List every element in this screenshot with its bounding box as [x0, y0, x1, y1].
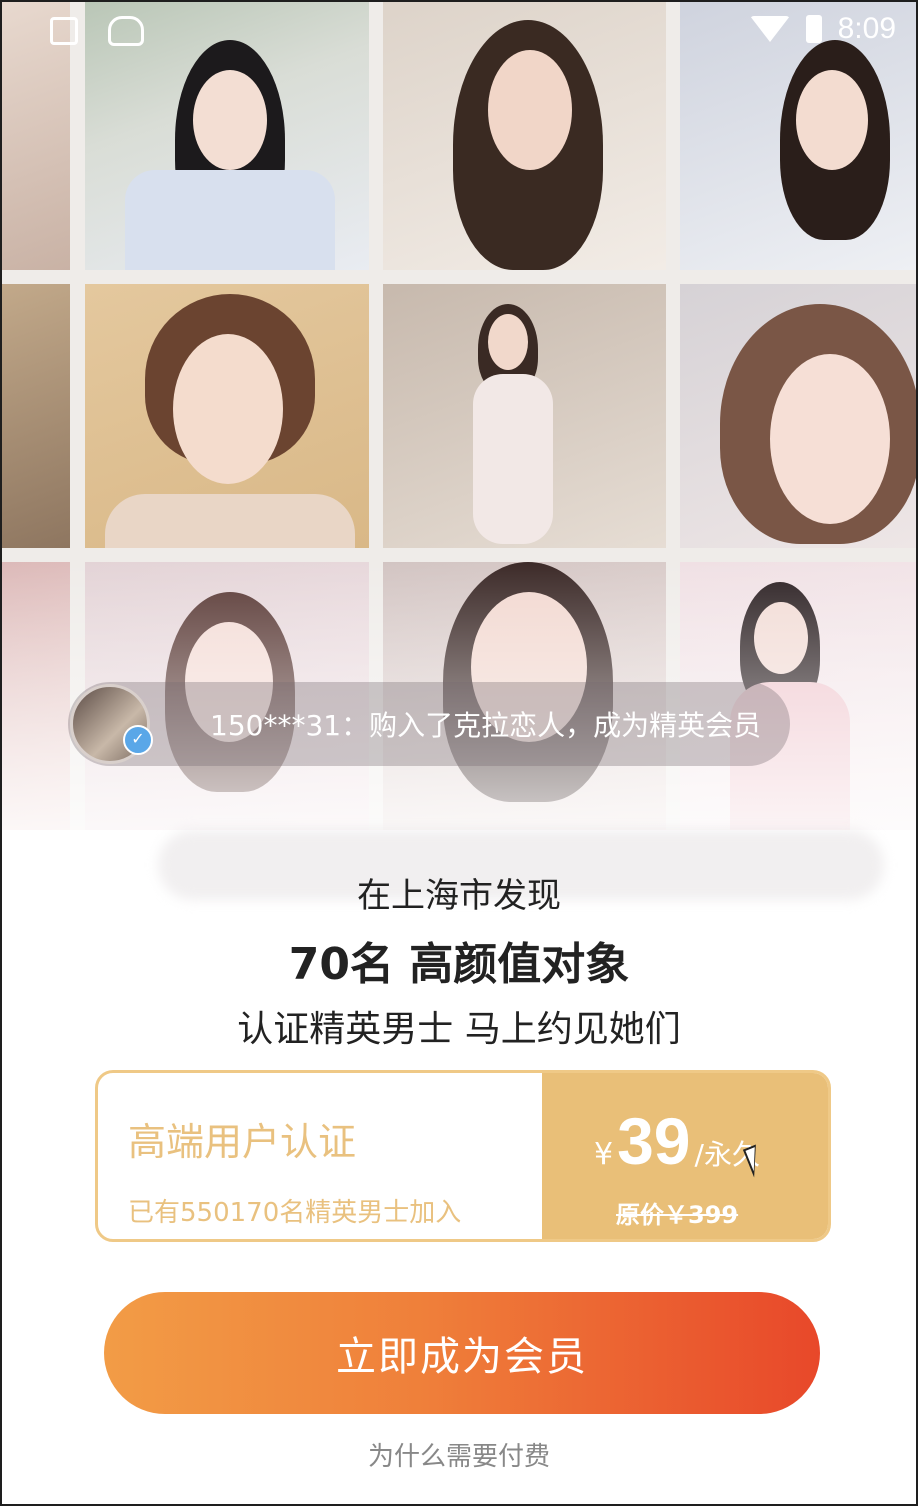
original-price: 原价￥399 — [616, 1201, 739, 1229]
why-pay-link[interactable]: 为什么需要付费 — [0, 1436, 918, 1473]
wifi-icon — [749, 16, 790, 42]
profile-photo[interactable] — [383, 284, 666, 548]
purchase-toast: ✓ 150***31：购入了克拉恋人，成为精英会员 — [68, 682, 790, 766]
profile-photo[interactable] — [85, 284, 369, 548]
price-panel: ¥ 39 /永久 原价￥399 — [542, 1073, 828, 1239]
sim-icon — [50, 17, 78, 45]
location-heading: 在上海市发现 — [357, 876, 561, 916]
become-member-button[interactable]: 立即成为会员 — [104, 1292, 820, 1414]
avatar: ✓ — [70, 684, 153, 764]
status-bar: 8:09 — [0, 0, 918, 60]
subheading: 认证精英男士 马上约见她们 — [237, 1009, 681, 1050]
price-amount: 39 — [617, 1104, 691, 1178]
profile-photo[interactable] — [0, 284, 70, 548]
battery-icon — [805, 15, 822, 43]
match-count-heading: 70名 高颜值对象 — [288, 939, 630, 990]
offer-subtitle: 已有550170名精英男士加入 — [128, 1198, 462, 1228]
android-icon — [108, 16, 144, 46]
price-currency: ¥ — [594, 1137, 614, 1172]
profile-photo[interactable] — [680, 284, 918, 548]
status-time: 8:09 — [837, 12, 896, 45]
offer-title: 高端用户认证 — [128, 1120, 357, 1164]
membership-offer-card[interactable]: 高端用户认证 已有550170名精英男士加入 ¥ 39 /永久 原价￥399 — [95, 1070, 831, 1242]
verified-icon: ✓ — [123, 725, 153, 755]
toast-text: 150***31：购入了克拉恋人，成为精英会员 — [210, 709, 762, 742]
